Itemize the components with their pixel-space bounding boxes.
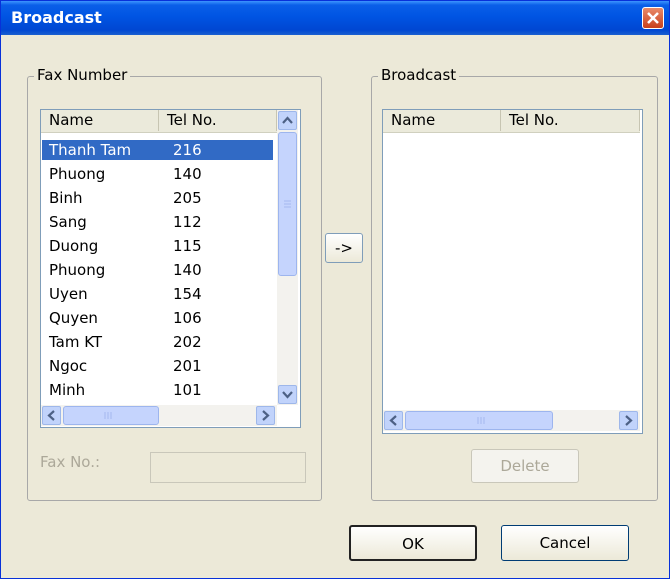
row-tel: 201 — [173, 357, 202, 375]
row-tel: 202 — [173, 333, 202, 351]
broadcast-list-horizontal-scrollbar[interactable] — [383, 410, 640, 431]
chevron-right-icon — [625, 415, 633, 426]
broadcast-list-header: Name Tel No. — [383, 110, 640, 133]
row-name: Thanh Tam — [49, 141, 132, 159]
grip-icon — [284, 200, 291, 208]
fax-list-row[interactable]: Minh 101 — [42, 380, 273, 400]
row-tel: 205 — [173, 189, 202, 207]
fax-list-row[interactable]: Thanh Tam 216 — [42, 140, 273, 160]
fax-list-row[interactable]: Phuong 140 — [42, 164, 273, 184]
fax-list-header: Name Tel No. — [41, 110, 277, 133]
fax-list-row[interactable]: Duong 115 — [42, 236, 273, 256]
scroll-down-button[interactable] — [278, 385, 297, 404]
chevron-up-icon — [282, 116, 293, 124]
scroll-right-button[interactable] — [256, 406, 275, 425]
row-name: Duong — [49, 237, 99, 255]
row-tel: 216 — [173, 141, 202, 159]
fax-no-label: Fax No.: — [40, 453, 101, 471]
fax-list-row[interactable]: Quyen 106 — [42, 308, 273, 328]
row-tel: 140 — [173, 165, 202, 183]
row-tel: 112 — [173, 213, 202, 231]
scroll-left-button[interactable] — [42, 406, 61, 425]
scroll-up-button[interactable] — [278, 111, 297, 130]
delete-button[interactable]: Delete — [471, 449, 579, 483]
grip-icon — [477, 417, 485, 424]
row-tel: 115 — [173, 237, 202, 255]
row-name: Minh — [49, 381, 86, 399]
row-tel: 140 — [173, 261, 202, 279]
row-name: Phuong — [49, 165, 106, 183]
row-tel: 154 — [173, 285, 202, 303]
fax-list-row[interactable]: Ngoc 201 — [42, 356, 273, 376]
scroll-right-button[interactable] — [619, 411, 638, 430]
scroll-left-button[interactable] — [384, 411, 403, 430]
row-name: Ngoc — [49, 357, 88, 375]
window-title: Broadcast — [11, 8, 102, 27]
chevron-left-icon — [47, 410, 55, 421]
broadcast-dialog: Broadcast Fax Number Name Tel No. Thanh … — [0, 0, 670, 579]
row-name: Binh — [49, 189, 83, 207]
fax-number-group-label: Fax Number — [34, 66, 131, 84]
row-name: Phuong — [49, 261, 106, 279]
fax-list-vertical-scrollbar[interactable] — [277, 110, 298, 405]
chevron-down-icon — [282, 391, 293, 399]
add-to-broadcast-button[interactable]: -> — [325, 233, 363, 263]
fax-list-row[interactable]: Uyen 154 — [42, 284, 273, 304]
broadcast-group-label: Broadcast — [378, 66, 460, 84]
fax-list-row[interactable]: Tam KT 202 — [42, 332, 273, 352]
fax-list-row[interactable]: Binh 205 — [42, 188, 273, 208]
row-name: Tam KT — [49, 333, 103, 351]
fax-no-input[interactable] — [150, 452, 306, 483]
horizontal-scroll-thumb[interactable] — [63, 406, 159, 425]
row-name: Quyen — [49, 309, 98, 327]
broadcast-list[interactable]: Name Tel No. — [382, 109, 643, 434]
row-tel: 106 — [173, 309, 202, 327]
chevron-right-icon — [262, 410, 270, 421]
fax-list-row[interactable]: Phuong 140 — [42, 260, 273, 280]
chevron-left-icon — [389, 415, 397, 426]
fax-list-horizontal-scrollbar[interactable] — [41, 405, 277, 426]
row-name: Uyen — [49, 285, 88, 303]
row-name: Sang — [49, 213, 87, 231]
fax-list-row[interactable]: Sang 112 — [42, 212, 273, 232]
column-header-name[interactable]: Name — [41, 110, 159, 131]
grip-icon — [104, 412, 112, 419]
horizontal-scroll-thumb[interactable] — [405, 411, 553, 430]
column-header-tel[interactable]: Tel No. — [159, 110, 277, 131]
column-header-tel[interactable]: Tel No. — [501, 110, 640, 131]
close-icon — [647, 12, 659, 24]
cancel-button[interactable]: Cancel — [501, 525, 629, 561]
title-bar[interactable]: Broadcast — [1, 1, 669, 35]
row-tel: 101 — [173, 381, 202, 399]
ok-button[interactable]: OK — [349, 525, 477, 561]
fax-number-list[interactable]: Name Tel No. Thanh Tam 216 Phuong 140 Binh 20… — [40, 109, 301, 428]
column-header-name[interactable]: Name — [383, 110, 501, 131]
close-button[interactable] — [642, 7, 664, 29]
vertical-scroll-thumb[interactable] — [278, 132, 297, 276]
